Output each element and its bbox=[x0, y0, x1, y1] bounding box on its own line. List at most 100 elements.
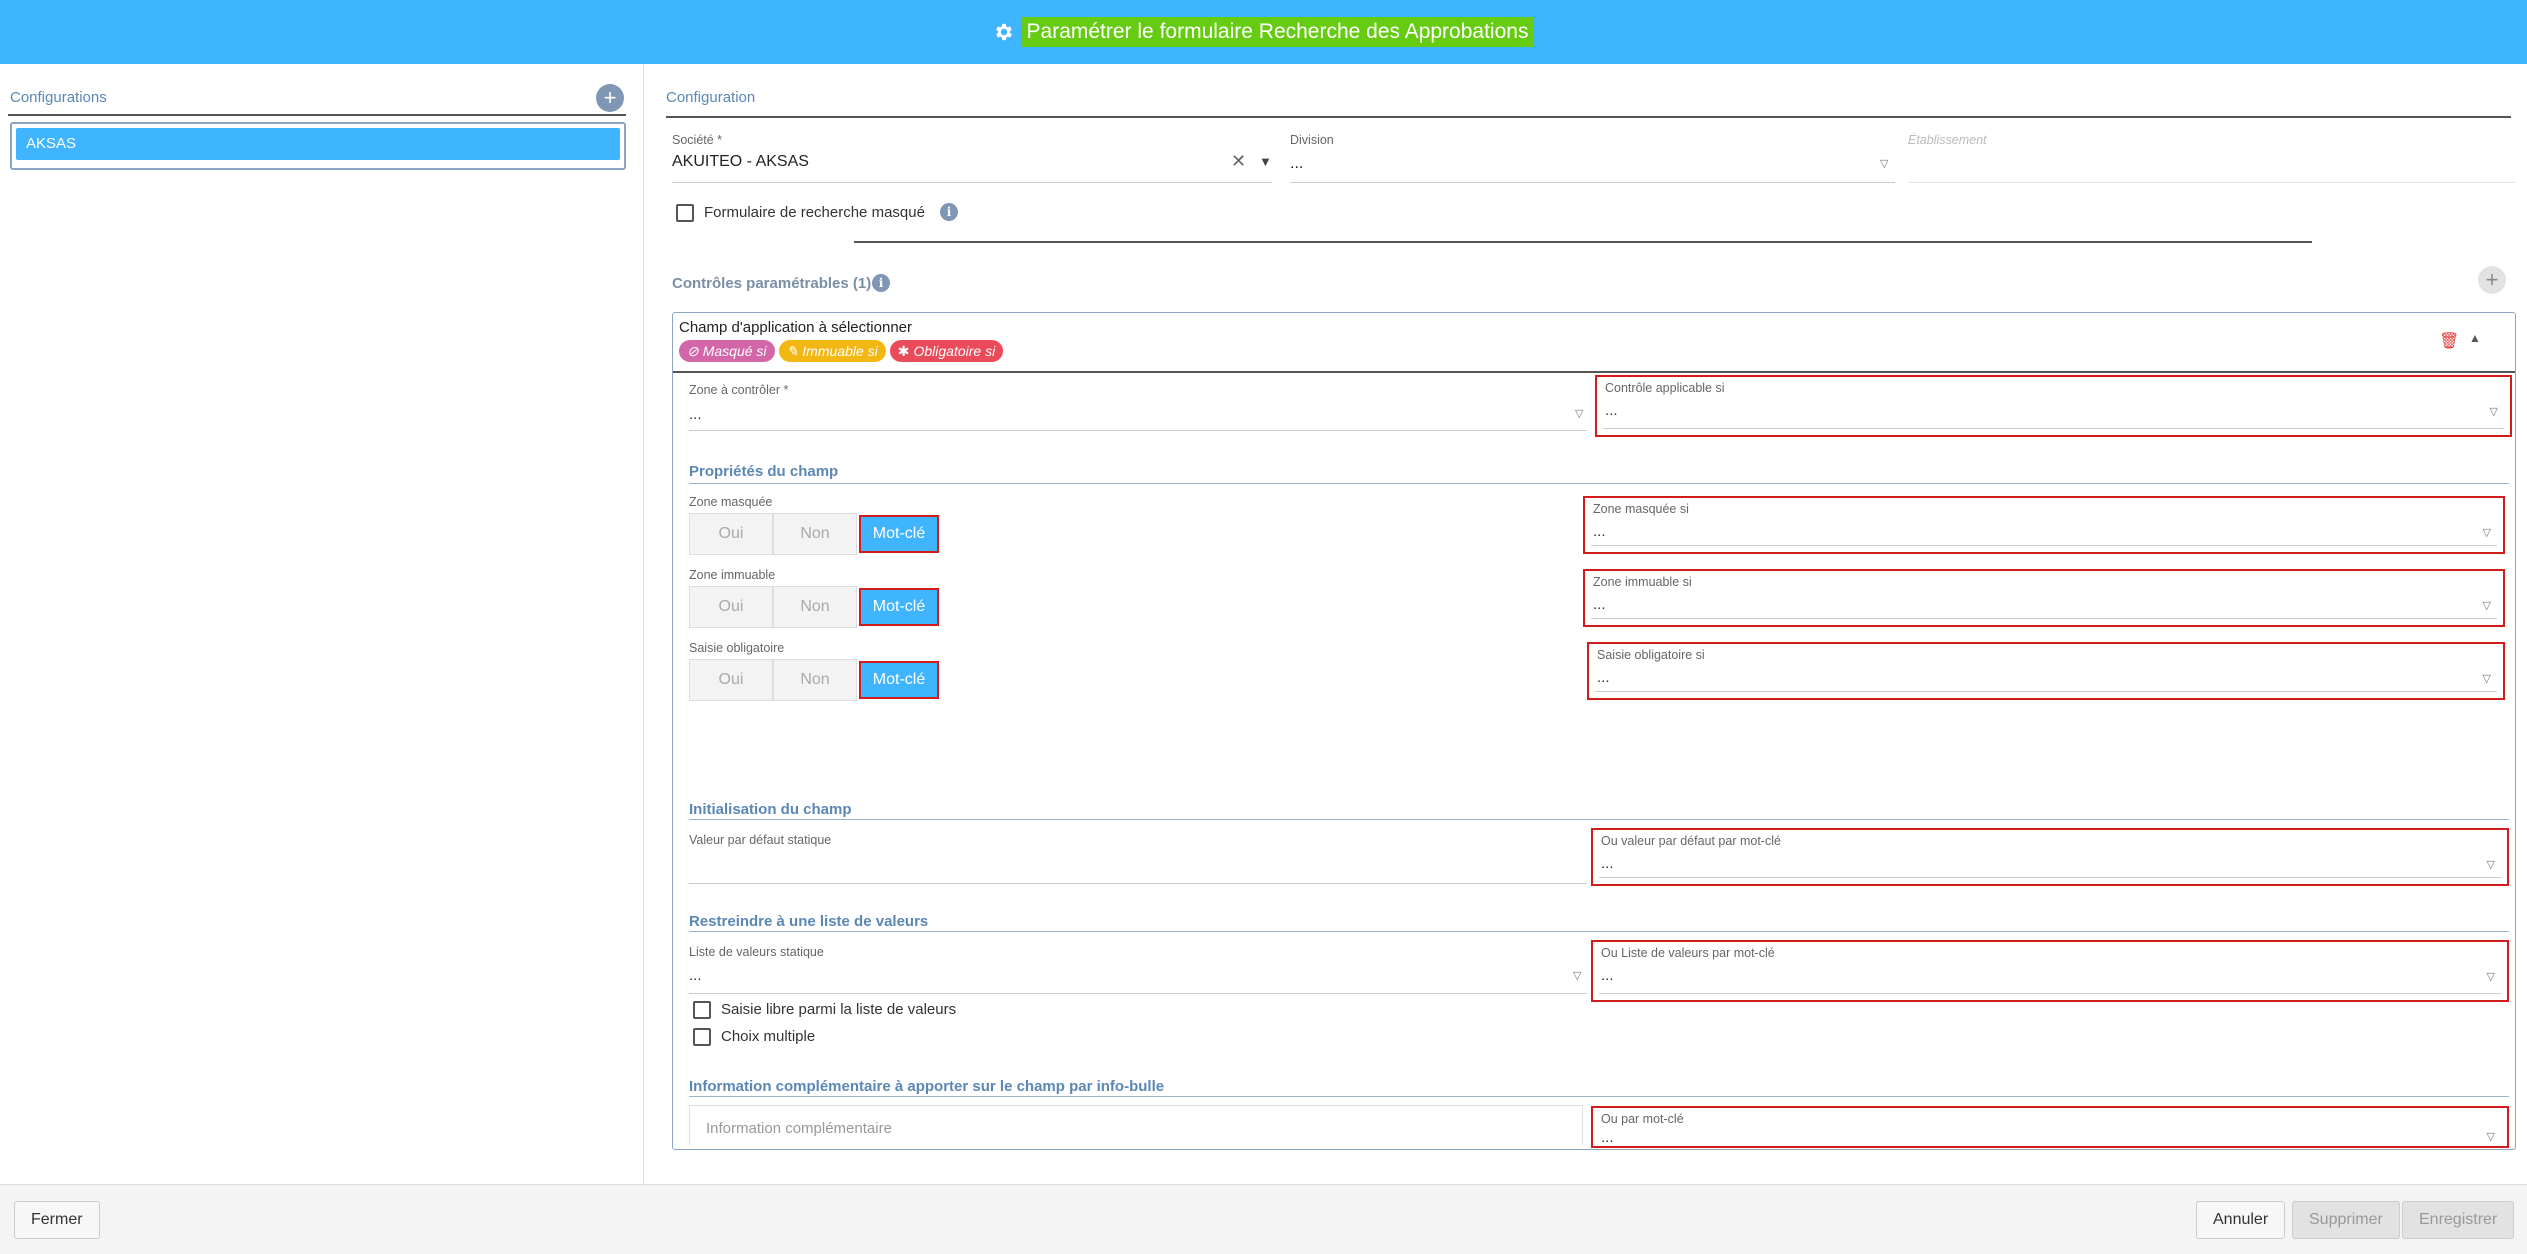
saisie-obligatoire-toggle: Oui Non Mot-clé bbox=[689, 659, 941, 701]
init-divider bbox=[689, 819, 2509, 820]
valeur-defaut-label: Valeur par défaut statique bbox=[689, 833, 832, 847]
configurations-title: Configurations bbox=[10, 89, 107, 106]
zone-immuable-label: Zone immuable bbox=[689, 568, 776, 582]
configurations-panel: Configurations + AKSAS bbox=[0, 64, 644, 1184]
societe-select[interactable]: AKUITEO - AKSAS bbox=[672, 153, 809, 171]
zone-masquee-toggle: Oui Non Mot-clé bbox=[689, 513, 941, 555]
proprietes-title: Propriétés du champ bbox=[689, 463, 839, 480]
zone-controler-underline bbox=[689, 430, 1587, 431]
saisie-libre-checkbox[interactable] bbox=[693, 1001, 711, 1019]
zone-immuable-si-value[interactable]: ... bbox=[1593, 596, 1606, 613]
card-title: Champ d'application à sélectionner bbox=[679, 319, 913, 336]
zone-masquee-label: Zone masquée bbox=[689, 495, 773, 509]
liste-motcle-underline bbox=[1599, 993, 2501, 994]
info-motcle-field[interactable]: Ou par mot-clé ... ▽ bbox=[1591, 1106, 2509, 1148]
saisie-obligatoire-non[interactable]: Non bbox=[773, 659, 857, 701]
delete-button[interactable]: Supprimer bbox=[2292, 1201, 2400, 1239]
proprietes-divider bbox=[689, 483, 2509, 484]
zone-immuable-si-caret-icon[interactable]: ▽ bbox=[2483, 599, 2491, 612]
zone-masquee-si-field[interactable]: Zone masquée si ... ▽ bbox=[1583, 496, 2505, 554]
controle-applicable-underline bbox=[1603, 428, 2504, 429]
cancel-button[interactable]: Annuler bbox=[2196, 1201, 2286, 1239]
info-motcle-caret-icon[interactable]: ▽ bbox=[2487, 1130, 2495, 1143]
liste-motcle-value[interactable]: ... bbox=[1601, 967, 1614, 984]
info-icon[interactable]: i bbox=[940, 203, 958, 221]
configuration-divider bbox=[666, 116, 2511, 118]
liste-motcle-label: Ou Liste de valeurs par mot-clé bbox=[1601, 946, 1775, 960]
zone-masquee-oui[interactable]: Oui bbox=[689, 513, 773, 555]
dialog-title: Paramétrer le formulaire Recherche des A… bbox=[1020, 17, 1535, 47]
controle-applicable-label: Contrôle applicable si bbox=[1605, 381, 1725, 395]
zone-immuable-toggle: Oui Non Mot-clé bbox=[689, 586, 941, 628]
close-button[interactable]: Fermer bbox=[14, 1201, 100, 1239]
zone-masquee-si-value[interactable]: ... bbox=[1593, 523, 1606, 540]
card-header-divider bbox=[673, 371, 2515, 373]
division-caret-icon[interactable]: ▽ bbox=[1880, 157, 1888, 170]
zone-immuable-motcle[interactable]: Mot-clé bbox=[859, 588, 939, 626]
zone-immuable-non[interactable]: Non bbox=[773, 586, 857, 628]
valeur-motcle-caret-icon[interactable]: ▽ bbox=[2487, 858, 2495, 871]
add-configuration-button[interactable]: + bbox=[596, 84, 624, 112]
configurations-divider bbox=[8, 114, 626, 116]
info-divider bbox=[689, 1096, 2509, 1097]
liste-statique-caret-icon[interactable]: ▽ bbox=[1573, 969, 1581, 982]
restreindre-title: Restreindre à une liste de valeurs bbox=[689, 913, 929, 930]
valeur-motcle-value[interactable]: ... bbox=[1601, 855, 1614, 872]
division-select[interactable]: ... bbox=[1290, 155, 1303, 173]
zone-masquee-si-caret-icon[interactable]: ▽ bbox=[2483, 526, 2491, 539]
configurations-list: AKSAS bbox=[10, 122, 626, 170]
valeur-defaut-input[interactable] bbox=[689, 883, 1587, 884]
info-textarea[interactable]: Information complémentaire bbox=[689, 1105, 1583, 1145]
controle-applicable-value[interactable]: ... bbox=[1605, 402, 1618, 419]
liste-statique-select[interactable]: ... bbox=[689, 967, 702, 984]
etablissement-label: Établissement bbox=[1908, 133, 1987, 147]
zone-masquee-motcle[interactable]: Mot-clé bbox=[859, 515, 939, 553]
gear-icon bbox=[995, 23, 1012, 41]
zone-controler-label: Zone à contrôler * bbox=[689, 383, 789, 397]
zone-immuable-oui[interactable]: Oui bbox=[689, 586, 773, 628]
info-title: Information complémentaire à apporter su… bbox=[689, 1078, 1165, 1095]
saisie-obligatoire-si-underline bbox=[1595, 691, 2497, 692]
save-button[interactable]: Enregistrer bbox=[2402, 1201, 2515, 1239]
valeur-motcle-field[interactable]: Ou valeur par défaut par mot-clé ... ▽ bbox=[1591, 828, 2509, 886]
zone-controler-select[interactable]: ... bbox=[689, 406, 702, 423]
liste-motcle-caret-icon[interactable]: ▽ bbox=[2487, 970, 2495, 983]
saisie-obligatoire-si-caret-icon[interactable]: ▽ bbox=[2483, 672, 2491, 685]
liste-statique-underline bbox=[689, 993, 1587, 994]
tag-masque: ⊘ Masqué si bbox=[679, 340, 775, 362]
info-motcle-value[interactable]: ... bbox=[1601, 1129, 1614, 1146]
masque-checkbox[interactable] bbox=[676, 204, 694, 222]
zone-immuable-si-label: Zone immuable si bbox=[1593, 575, 1692, 589]
societe-underline bbox=[672, 182, 1272, 183]
saisie-obligatoire-oui[interactable]: Oui bbox=[689, 659, 773, 701]
saisie-obligatoire-si-value[interactable]: ... bbox=[1597, 669, 1610, 686]
add-controle-button[interactable]: + bbox=[2478, 266, 2506, 294]
zone-masquee-non[interactable]: Non bbox=[773, 513, 857, 555]
controle-card: Champ d'application à sélectionner ⊘ Masq… bbox=[672, 312, 2516, 1150]
configuration-title: Configuration bbox=[666, 89, 756, 106]
zone-controler-caret-icon[interactable]: ▽ bbox=[1575, 407, 1583, 420]
zone-masquee-si-underline bbox=[1591, 545, 2497, 546]
zone-immuable-si-underline bbox=[1591, 618, 2497, 619]
liste-statique-label: Liste de valeurs statique bbox=[689, 945, 824, 959]
form-divider bbox=[854, 241, 2312, 243]
choix-multiple-checkbox[interactable] bbox=[693, 1028, 711, 1046]
configuration-panel: Configuration Société * AKUITEO - AKSAS … bbox=[646, 64, 2527, 1184]
info-placeholder: Information complémentaire bbox=[706, 1120, 892, 1137]
configuration-item-aksas[interactable]: AKSAS bbox=[16, 128, 620, 160]
saisie-obligatoire-motcle[interactable]: Mot-clé bbox=[859, 661, 939, 699]
societe-label: Société * bbox=[672, 133, 723, 147]
trash-icon[interactable]: 🗑 bbox=[2439, 331, 2459, 351]
saisie-obligatoire-si-field[interactable]: Saisie obligatoire si ... ▽ bbox=[1587, 642, 2505, 700]
collapse-icon[interactable]: ▲ bbox=[2469, 331, 2481, 345]
clear-icon[interactable]: ✕ bbox=[1231, 151, 1246, 172]
controle-applicable-field[interactable]: Contrôle applicable si ... ▽ bbox=[1595, 375, 2512, 437]
valeur-motcle-label: Ou valeur par défaut par mot-clé bbox=[1601, 834, 1781, 848]
zone-immuable-si-field[interactable]: Zone immuable si ... ▽ bbox=[1583, 569, 2505, 627]
division-underline bbox=[1290, 182, 1895, 183]
restreindre-divider bbox=[689, 931, 2509, 932]
dropdown-arrow-icon[interactable]: ▼ bbox=[1259, 154, 1272, 169]
liste-motcle-field[interactable]: Ou Liste de valeurs par mot-clé ... ▽ bbox=[1591, 940, 2509, 1002]
controle-applicable-caret-icon[interactable]: ▽ bbox=[2490, 405, 2498, 418]
controles-info-icon[interactable]: i bbox=[872, 274, 890, 292]
